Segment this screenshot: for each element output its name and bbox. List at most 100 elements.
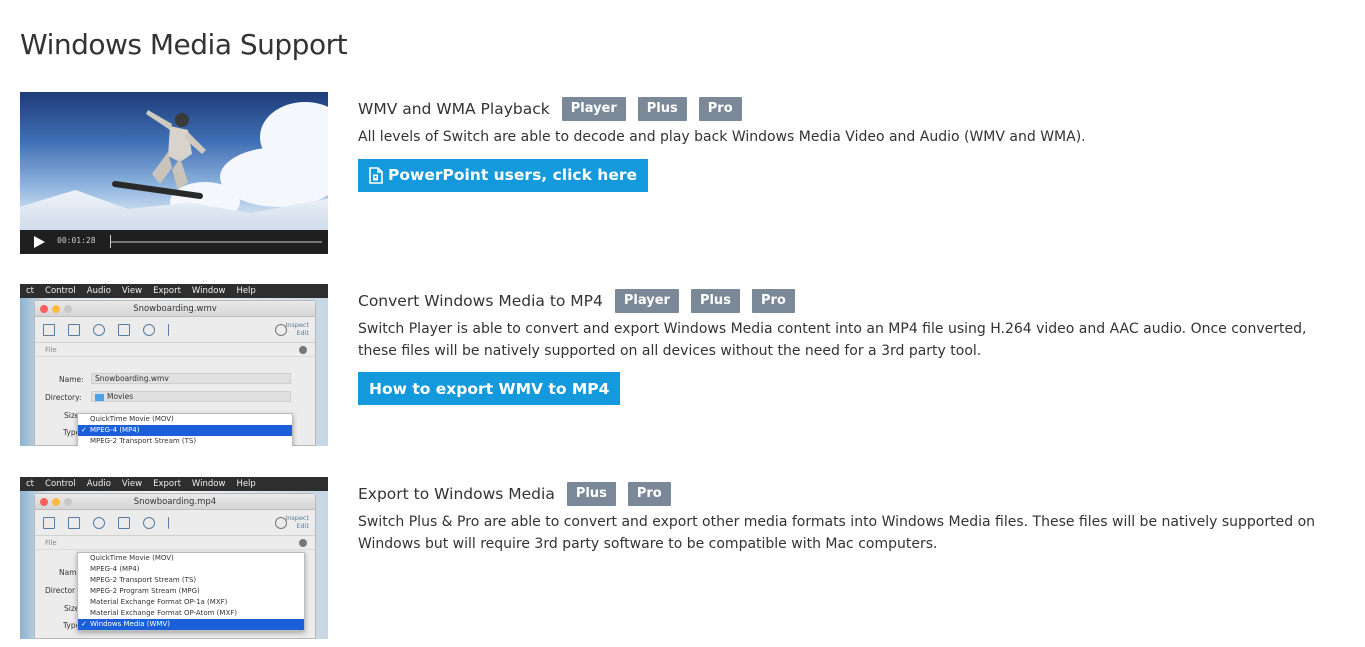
export-dialog-screenshot: ct Control Audio View Export Window Help… xyxy=(20,284,328,446)
file-section-label: File xyxy=(45,539,57,547)
badge-player: Player xyxy=(561,97,626,121)
feature-header: WMV and WMA Playback Player Plus Pro xyxy=(358,96,1348,122)
format-dropdown: QuickTime Movie (MOV) MPEG-4 (MP4) MPEG-… xyxy=(77,552,305,631)
powerpoint-users-label: PowerPoint users, click here xyxy=(388,166,637,184)
menu-item-export: Export xyxy=(153,479,181,489)
format-option: MPEG-2 Transport Stream (TS) xyxy=(90,576,197,584)
format-option: MPEG-2 Transport Stream (TS) xyxy=(90,437,197,445)
menu-bar: ct Control Audio View Export Window Help xyxy=(20,477,328,491)
feature-content: Convert Windows Media to MP4 Player Plus… xyxy=(358,288,1348,405)
feature-header: Convert Windows Media to MP4 Player Plus… xyxy=(358,288,1348,314)
gear-icon xyxy=(299,539,307,547)
window-title: Snowboarding.wmv xyxy=(133,303,217,314)
directory-value: Movies xyxy=(107,392,134,401)
file-icon xyxy=(43,323,55,336)
window-titlebar: Snowboarding.wmv xyxy=(35,301,315,317)
badge-plus: Plus xyxy=(637,97,687,121)
video-icon xyxy=(68,516,80,529)
feature-title: Export to Windows Media xyxy=(358,485,555,503)
feature-description: All levels of Switch are able to decode … xyxy=(358,129,1086,145)
window-toolbar: Inspect Edit xyxy=(35,317,315,343)
feature-title: WMV and WMA Playback xyxy=(358,100,550,118)
flag-icon xyxy=(168,323,180,336)
format-option-selected: MPEG-4 (MP4) xyxy=(78,425,292,436)
badge-pro: Pro xyxy=(751,289,795,313)
feature-content: Export to Windows Media Plus Pro Switch … xyxy=(358,481,1348,555)
format-option: MPEG-2 Program Stream (MPG) xyxy=(90,587,200,595)
gear-icon xyxy=(299,346,307,354)
menu-item-audio: Audio xyxy=(86,479,111,489)
flag-icon xyxy=(168,516,180,529)
badge-plus: Plus xyxy=(566,482,616,506)
menu-item-view: View xyxy=(121,286,143,296)
menu-item: ct xyxy=(26,286,35,296)
page-title: Windows Media Support xyxy=(20,28,348,61)
feature-content: WMV and WMA Playback Player Plus Pro All… xyxy=(358,96,1348,192)
export-wmv-to-mp4-button[interactable]: How to export WMV to MP4 xyxy=(358,372,621,405)
powerpoint-users-button[interactable]: PowerPoint users, click here xyxy=(358,158,648,192)
video-controls: 00:01:28 xyxy=(20,230,328,254)
play-icon[interactable] xyxy=(34,236,45,248)
menu-item-audio: Audio xyxy=(86,286,111,296)
clock-icon xyxy=(143,323,155,336)
export-dialog-screenshot: ct Control Audio View Export Window Help… xyxy=(20,477,328,639)
feature-title: Convert Windows Media to MP4 xyxy=(358,292,603,310)
directory-label: Director xyxy=(45,586,76,595)
display-icon xyxy=(118,516,130,529)
window-title: Snowboarding.mp4 xyxy=(133,496,217,507)
file-section-label: File xyxy=(45,346,57,354)
menu-item-view: View xyxy=(121,479,143,489)
directory-field: Movies xyxy=(91,391,291,402)
file-section: File xyxy=(35,343,315,357)
menu-bar: ct Control Audio View Export Window Help xyxy=(20,284,328,298)
inspect-text: Inspect xyxy=(285,321,309,329)
scrubber-handle[interactable] xyxy=(110,235,111,248)
edit-text: Edit xyxy=(296,329,309,337)
document-icon xyxy=(369,166,383,184)
video-time: 00:01:28 xyxy=(57,236,96,245)
edit-text: Edit xyxy=(296,522,309,530)
app-window: Snowboarding.mp4 Inspect Edit File Name D… xyxy=(34,493,316,639)
name-label: Name: xyxy=(59,375,84,384)
feature-description: Switch Player is able to convert and exp… xyxy=(358,321,1307,359)
menu-item-control: Control xyxy=(45,286,76,296)
video-icon xyxy=(68,323,80,336)
audio-icon xyxy=(93,323,105,336)
format-option: MPEG-4 (MP4) xyxy=(90,565,140,573)
display-icon xyxy=(118,323,130,336)
badge-pro: Pro xyxy=(698,97,742,121)
video-scrubber[interactable] xyxy=(110,241,322,243)
window-titlebar: Snowboarding.mp4 xyxy=(35,494,315,510)
feature-header: Export to Windows Media Plus Pro xyxy=(358,481,1348,507)
feature-export-windows-media: ct Control Audio View Export Window Help… xyxy=(20,477,1350,639)
file-icon xyxy=(43,516,55,529)
badge-pro: Pro xyxy=(627,482,671,506)
feature-wmv-playback: 00:01:28 WMV and WMA Playback Player Plu… xyxy=(20,92,1350,254)
inspect-text: Inspect xyxy=(285,514,309,522)
badge-plus: Plus xyxy=(690,289,740,313)
format-option: QuickTime Movie (MOV) xyxy=(90,554,174,562)
menu-item-control: Control xyxy=(45,479,76,489)
menu-item: ct xyxy=(26,479,35,489)
menu-item-window: Window xyxy=(191,479,226,489)
file-section: File xyxy=(35,536,315,550)
app-window: Snowboarding.wmv Inspect Edit File Name: … xyxy=(34,300,316,446)
format-dropdown: QuickTime Movie (MOV) MPEG-4 (MP4) MPEG-… xyxy=(77,413,293,446)
window-toolbar: Inspect Edit xyxy=(35,510,315,536)
inspect-label: Inspect Edit xyxy=(285,514,309,530)
clock-icon xyxy=(143,516,155,529)
directory-label: Directory: xyxy=(45,393,82,402)
badge-player: Player xyxy=(614,289,679,313)
format-option: Material Exchange Format OP-Atom (MXF) xyxy=(90,609,237,617)
menu-item-window: Window xyxy=(191,286,226,296)
video-thumbnail[interactable]: 00:01:28 xyxy=(20,92,328,254)
format-option-selected: Windows Media (WMV) xyxy=(78,619,304,630)
menu-item-export: Export xyxy=(153,286,181,296)
menu-item-help: Help xyxy=(236,479,256,489)
audio-icon xyxy=(93,516,105,529)
folder-icon xyxy=(95,393,104,401)
feature-convert-to-mp4: ct Control Audio View Export Window Help… xyxy=(20,284,1350,446)
format-option: Material Exchange Format OP-1a (MXF) xyxy=(90,598,228,606)
feature-description: Switch Plus & Pro are able to convert an… xyxy=(358,514,1316,552)
menu-item-help: Help xyxy=(236,286,256,296)
